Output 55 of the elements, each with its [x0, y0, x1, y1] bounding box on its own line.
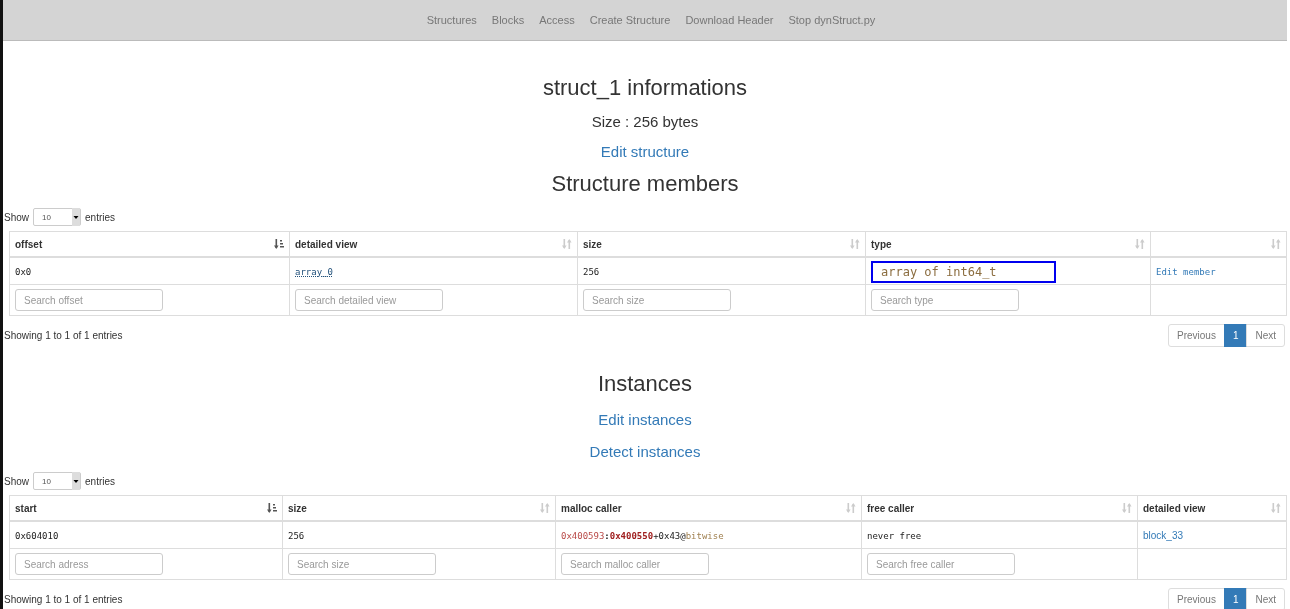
- entries-select[interactable]: 10: [33, 208, 81, 226]
- table-cell: 0x0: [15, 266, 32, 277]
- section-heading: Instances: [597, 371, 693, 397]
- search-field[interactable]: Search malloc caller: [561, 553, 709, 575]
- column-header[interactable]: size: [282, 495, 556, 521]
- size-text: Size : 256 bytes: [591, 113, 699, 131]
- table-cell: 0x604010: [15, 530, 59, 541]
- block-link[interactable]: block_33: [1143, 529, 1184, 541]
- detect-instances-link[interactable]: Detect instances: [589, 443, 701, 461]
- show-label: Show: [4, 211, 29, 223]
- edit-structure-link[interactable]: Edit structure: [600, 143, 690, 161]
- nav-link[interactable]: Blocks: [491, 14, 525, 26]
- search-field[interactable]: Search offset: [15, 289, 163, 311]
- page-title: struct_1 informations: [542, 75, 748, 101]
- column-header[interactable]: malloc caller: [555, 495, 862, 521]
- table-cell: 256: [583, 266, 600, 277]
- caret-icon: [72, 472, 80, 490]
- column-header[interactable]: size: [577, 231, 866, 257]
- edit-instances-link[interactable]: Edit instances: [598, 411, 692, 429]
- column-header[interactable]: detailed view: [1137, 495, 1287, 521]
- search-field[interactable]: Search adress: [15, 553, 163, 575]
- column-header[interactable]: free caller: [861, 495, 1138, 521]
- search-field[interactable]: Search size: [583, 289, 731, 311]
- member-link[interactable]: array_0: [295, 266, 333, 277]
- malloc-caller: 0x400593:0x400550+0x43@bitwise: [561, 530, 724, 541]
- table-info: Showing 1 to 1 of 1 entries: [4, 594, 123, 605]
- entries-label: entries: [85, 211, 116, 223]
- show-label: Show: [4, 475, 29, 487]
- column-header[interactable]: type: [865, 231, 1151, 257]
- nav-link[interactable]: Download Header: [685, 14, 774, 26]
- table-cell: never free: [867, 530, 922, 541]
- section-heading: Structure members: [551, 171, 739, 197]
- page-button[interactable]: 1: [1223, 324, 1248, 347]
- search-field[interactable]: Search size: [288, 553, 436, 575]
- column-header[interactable]: [1150, 231, 1287, 257]
- nav-link[interactable]: Create Structure: [589, 14, 671, 26]
- page-button[interactable]: Next: [1246, 324, 1285, 347]
- nav-link[interactable]: Access: [539, 14, 575, 26]
- table-info: Showing 1 to 1 of 1 entries: [4, 330, 123, 341]
- column-header[interactable]: start: [9, 495, 283, 521]
- nav-link[interactable]: Structures: [426, 14, 477, 26]
- entries-label: entries: [85, 475, 116, 487]
- search-field[interactable]: Search type: [871, 289, 1019, 311]
- page-button[interactable]: 1: [1223, 588, 1248, 609]
- column-header[interactable]: detailed view: [289, 231, 578, 257]
- page-button[interactable]: Next: [1246, 588, 1285, 609]
- edit-member-link[interactable]: Edit member: [1156, 266, 1216, 277]
- type-value: array of int64_t: [871, 260, 1056, 283]
- entries-select[interactable]: 10: [33, 472, 81, 490]
- table-cell: 256: [288, 530, 305, 541]
- search-field[interactable]: Search detailed view: [295, 289, 443, 311]
- nav-link[interactable]: Stop dynStruct.py: [788, 14, 876, 26]
- caret-icon: [72, 208, 80, 226]
- search-field[interactable]: Search free caller: [867, 553, 1015, 575]
- column-header[interactable]: offset: [9, 231, 290, 257]
